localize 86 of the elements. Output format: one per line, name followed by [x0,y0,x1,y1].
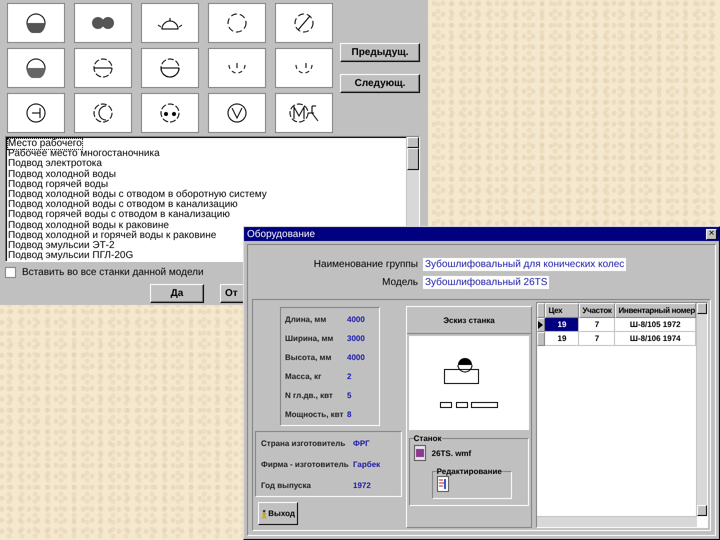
list-item[interactable]: Рабочее место многостаночника [8,149,404,160]
model-value: Зубошлифовальный 26TS [423,276,550,288]
symbol-tile[interactable] [275,3,333,43]
symbol-tile[interactable] [275,93,333,133]
previous-button[interactable]: Предыдущ. [340,43,420,62]
symbol-icon [157,16,183,30]
symbol-tile[interactable] [275,48,333,88]
checkbox-label: Вставить во все станки данной модели [22,267,204,278]
symbol-icon [26,13,46,33]
column-header[interactable]: Цех [545,303,580,318]
field-value: 4000 [347,314,365,324]
field-label: Масса, кг [285,372,322,380]
field-value: 3000 [347,334,365,342]
list-item[interactable]: Подвод горячей воды с отводом в канализацию [8,210,404,221]
symbol-tile[interactable] [208,93,266,133]
field-value: 4000 [347,352,365,362]
table-cell: 7 [579,332,616,346]
symbol-tile[interactable] [208,48,266,88]
sketch-title: Эскиз станка [406,307,532,334]
symbol-icon [160,58,180,78]
field-label: Фирма - изготовитель [261,460,350,468]
symbol-icon [26,103,46,123]
field-label: Модель [381,276,418,288]
field-value: ФРГ [353,438,370,448]
list-item[interactable]: Подвод холодной воды [8,170,404,180]
symbol-tile[interactable] [74,3,132,43]
group-label: Станок [414,434,442,443]
field-value: 8 [347,410,352,418]
symbol-tile[interactable] [74,48,132,88]
field-label: Ширина, мм [285,334,334,342]
symbol-icon [289,103,319,123]
symbol-icon [294,13,314,33]
table-cell: Ш-8/105 1972 [615,318,696,332]
symbol-icon [295,62,313,74]
field-value: 1972 [353,480,371,490]
field-value: 5 [347,390,352,400]
file-name: 26TS. wmf [432,448,472,458]
row-indicator[interactable] [537,318,546,332]
table-cell: 7 [579,318,616,332]
field-label: Наименование группы [312,258,418,270]
column-header[interactable]: Участок [579,303,616,318]
symbol-tile[interactable] [7,3,65,43]
table-cell: 19 [545,332,580,346]
symbol-icon [227,13,247,33]
group-value: Зубошлифовальный для конических колес [423,258,626,270]
symbol-tile[interactable] [141,48,199,88]
field-label: N гл.дв., квт [285,390,334,400]
symbol-tile[interactable] [141,3,199,43]
table-cell: Ш-8/106 1974 [615,332,696,346]
table-cell: 19 [545,318,580,332]
list-item[interactable]: Подвод горячей воды [8,180,404,190]
symbol-icon [160,103,180,123]
scrollbar[interactable] [537,516,697,527]
symbol-icon [93,58,113,78]
image-file-button[interactable] [414,445,426,461]
yes-button[interactable]: Да [150,284,204,303]
scrollbar[interactable] [696,303,707,516]
symbol-icon [26,58,46,78]
symbol-icon [91,16,115,30]
field-value: 2 [347,372,352,380]
symbol-icon [228,62,246,74]
next-button[interactable]: Следующ. [340,74,420,93]
symbol-tile[interactable] [141,93,199,133]
symbol-tile[interactable] [74,93,132,133]
field-label: Страна изготовитель [261,438,346,448]
list-item[interactable]: Подвод холодной воды с отводом в оборотную систему [8,190,404,200]
list-item[interactable]: Подвод холодной воды с отводом в канализацию [8,200,404,210]
field-label: Год выпуска [261,480,312,490]
group-label: Редактирование [436,467,502,476]
list-item[interactable]: Подвод электротока [8,159,404,170]
symbol-icon [227,103,247,123]
field-value: Гарбек [353,460,380,468]
close-button[interactable]: × [706,228,717,240]
exit-button[interactable]: Выход [258,502,298,525]
edit-button[interactable] [436,476,449,492]
field-label: Длина, мм [285,314,328,324]
symbol-tile[interactable] [7,93,65,133]
field-label: Мощность, квт [285,410,344,418]
symbol-icon [93,103,113,123]
list-item[interactable]: Место рабочего [8,139,82,150]
symbol-tile[interactable] [7,48,65,88]
checkbox[interactable] [5,267,16,278]
field-label: Высота, мм [285,352,332,362]
column-header[interactable]: Инвентарный номер [615,303,696,318]
symbol-tile[interactable] [208,3,266,43]
window-title: Оборудование [247,228,316,240]
